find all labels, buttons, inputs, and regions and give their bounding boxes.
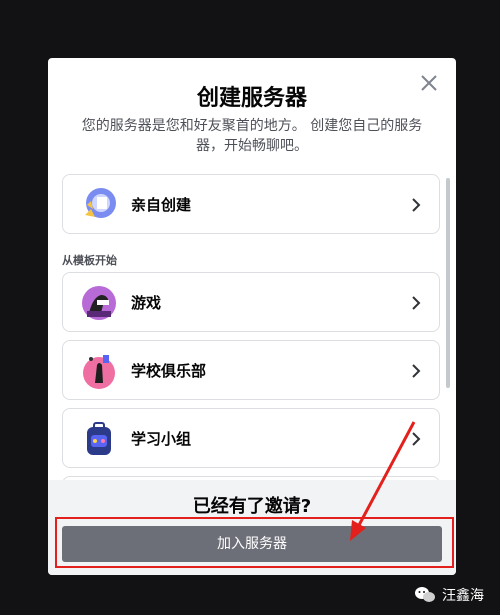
template-gaming[interactable]: 游戏 (62, 272, 440, 332)
chevron-right-icon (412, 198, 421, 212)
watermark-text: 汪鑫海 (442, 588, 484, 604)
modal-subtitle: 您的服务器是您和好友聚首的地方。 创建您自己的服务器，开始畅聊吧。 (81, 118, 423, 154)
template-school-club-label: 学校俱乐部 (131, 362, 207, 380)
scrollbar[interactable] (446, 178, 450, 388)
annotation-highlight-box (55, 517, 454, 568)
chevron-right-icon (412, 432, 421, 446)
study-group-icon (87, 422, 111, 455)
chevron-right-icon (412, 296, 421, 310)
template-study-group-label: 学习小组 (131, 430, 192, 448)
school-club-icon (83, 355, 115, 389)
template-gaming-label: 游戏 (131, 294, 162, 312)
wechat-icon (415, 587, 435, 602)
chevron-right-icon (412, 364, 421, 378)
options-list[interactable]: 亲自创建 从模板开始 游戏 学校俱乐部 学习小组 (48, 168, 456, 480)
gaming-icon (82, 286, 116, 320)
invite-prompt: 已经有了邀请? (192, 496, 312, 517)
watermark: 汪鑫海 (414, 585, 484, 605)
create-server-modal: 创建服务器 您的服务器是您和好友聚首的地方。 创建您自己的服务器，开始畅聊吧。 … (48, 58, 456, 575)
template-section-label: 从模板开始 (62, 254, 117, 267)
modal-title: 创建服务器 (196, 86, 307, 111)
create-own-label: 亲自创建 (131, 196, 192, 214)
template-study-group[interactable]: 学习小组 (62, 408, 440, 468)
create-own-option[interactable]: 亲自创建 (62, 174, 440, 234)
create-own-icon (85, 188, 116, 218)
template-school-club[interactable]: 学校俱乐部 (62, 340, 440, 400)
